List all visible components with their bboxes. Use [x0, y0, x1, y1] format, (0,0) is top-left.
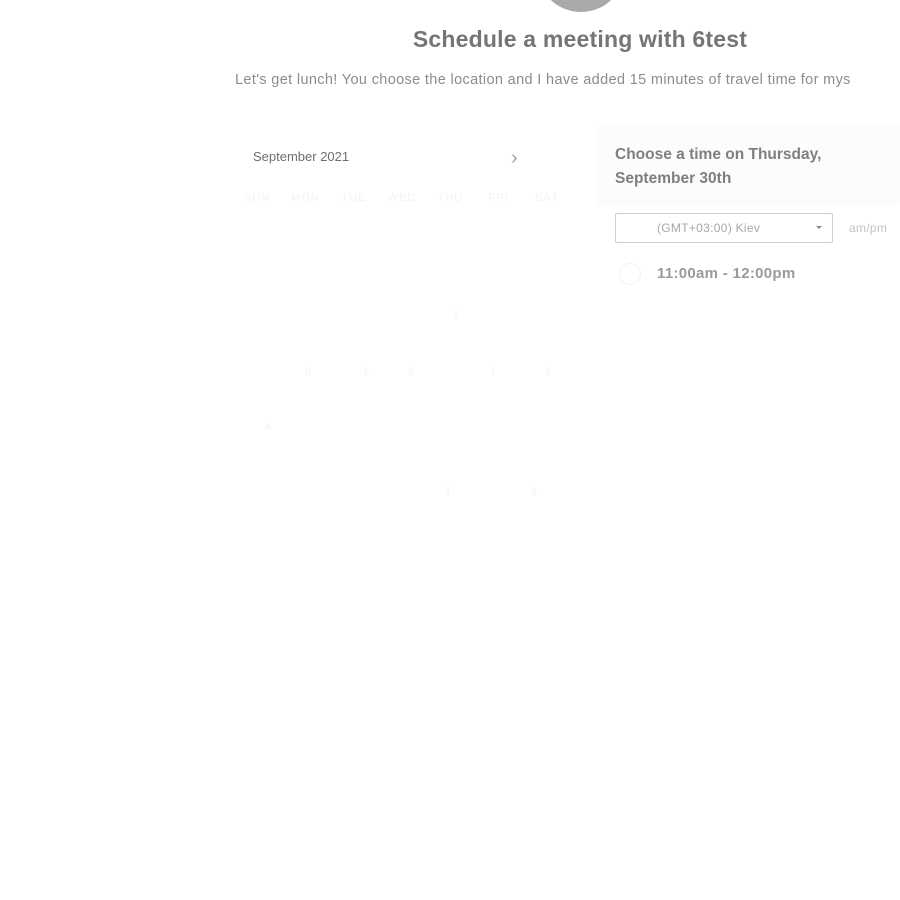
calendar-day[interactable]: 9: [305, 366, 311, 378]
calendar-weekday-row: SUN MON TUE WED THU FRI SAT: [237, 192, 567, 208]
calendar-day[interactable]: 6: [408, 366, 414, 378]
weekday-label: WED: [387, 192, 417, 204]
weekday-label: TUE: [341, 192, 367, 204]
calendar-day[interactable]: 7: [490, 366, 496, 378]
booking-page: Schedule a meeting with 6test Let's get …: [0, 0, 900, 900]
calendar-day[interactable]: 2: [453, 310, 459, 322]
calendar-day[interactable]: 1: [363, 366, 369, 378]
calendar-month-label: September 2021: [253, 149, 350, 164]
calendar-day[interactable]: 4: [265, 421, 271, 433]
timezone-value: (GMT+03:00) Kiev: [657, 221, 761, 235]
time-slot-option[interactable]: 11:00am - 12:00pm: [618, 261, 878, 287]
time-slot-radio[interactable]: [619, 263, 641, 285]
calendar-day[interactable]: 3: [531, 486, 537, 498]
chevron-right-icon[interactable]: ›: [511, 148, 529, 168]
time-slot-label: 11:00am - 12:00pm: [657, 265, 796, 282]
host-avatar: [537, 0, 625, 12]
calendar-day[interactable]: 1: [445, 486, 451, 498]
weekday-label: SUN: [243, 192, 271, 204]
timezone-select[interactable]: (GMT+03:00) Kiev: [615, 213, 833, 243]
caret-down-icon: [816, 226, 822, 229]
weekday-label: MON: [290, 192, 320, 204]
time-selection-panel: Choose a time on Thursday, September 30t…: [596, 124, 900, 206]
weekday-label: THU: [437, 192, 464, 204]
time-format-toggle[interactable]: am/pm: [849, 221, 887, 235]
page-title: Schedule a meeting with 6test: [412, 26, 748, 52]
weekday-label: SAT: [535, 192, 559, 204]
time-selection-heading: Choose a time on Thursday, September 30t…: [615, 146, 822, 187]
meeting-description: Let's get lunch! You choose the location…: [235, 72, 851, 88]
date-picker-calendar: September 2021 › SUN MON TUE WED THU FRI…: [235, 140, 565, 520]
weekday-label: FRI: [488, 192, 509, 204]
calendar-day[interactable]: 1: [545, 366, 551, 378]
